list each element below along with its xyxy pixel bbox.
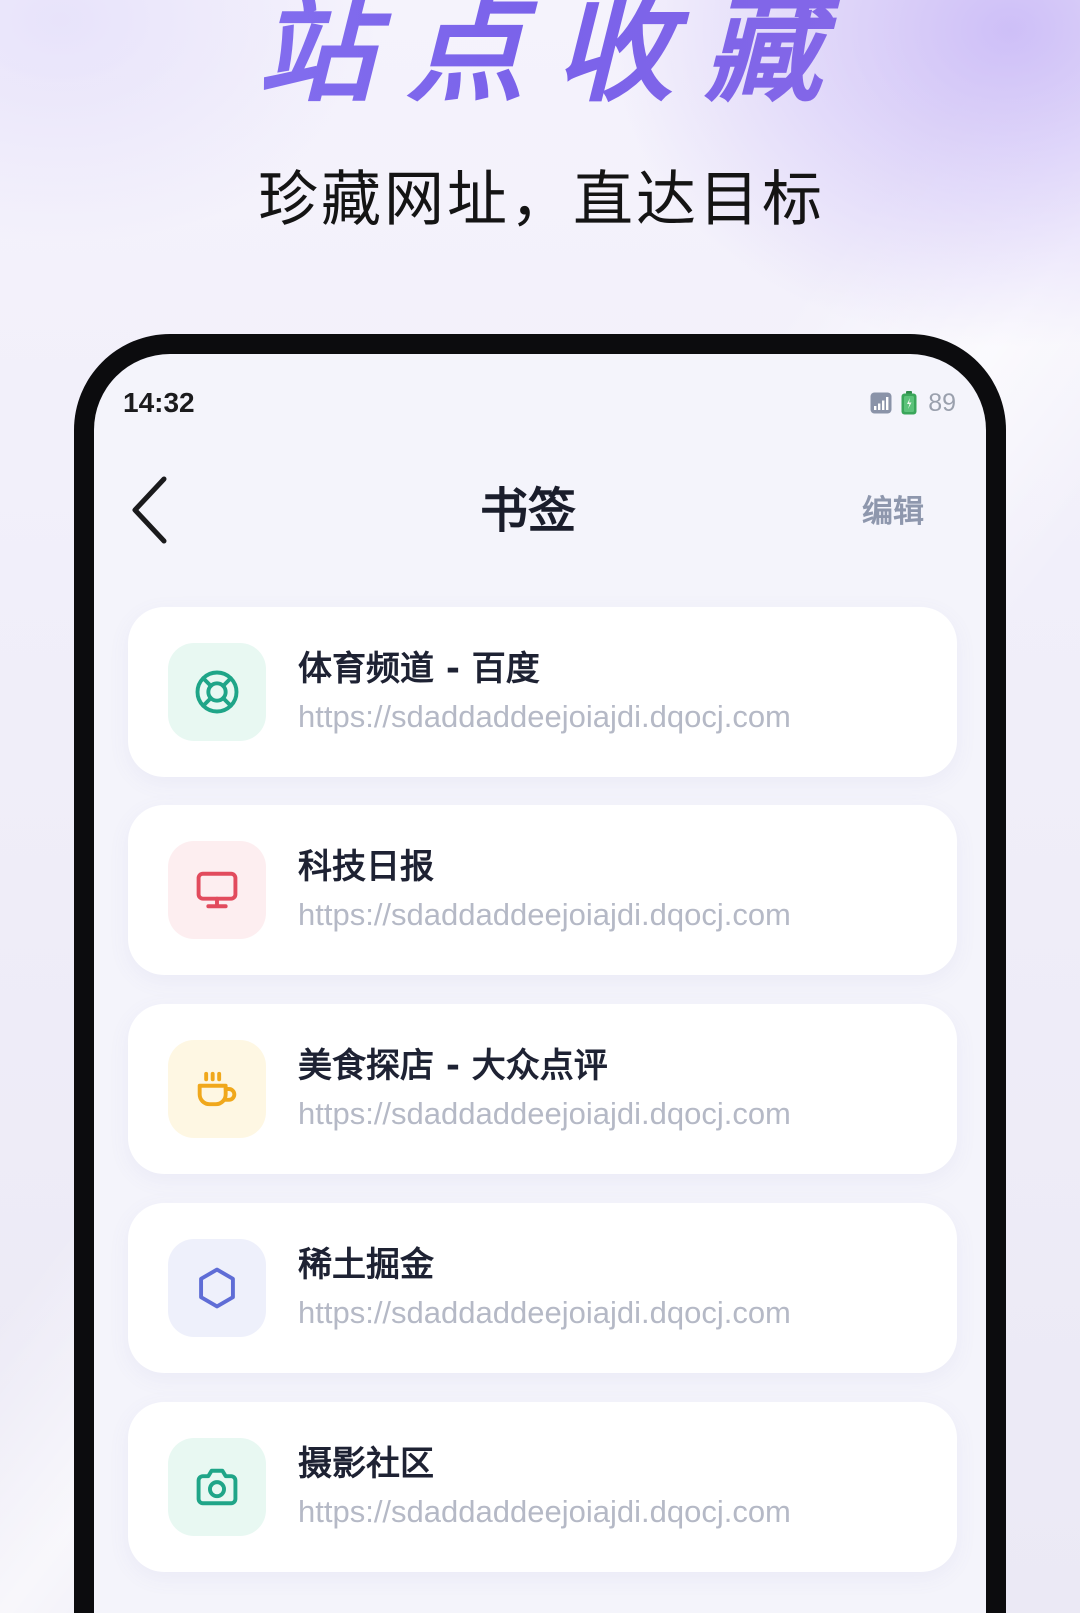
bookmark-card[interactable]: 体育频道 - 百度 https://sdaddaddeejoiajdi.dqoc… — [128, 607, 957, 777]
bookmark-title: 稀土掘金 — [298, 1245, 434, 1285]
phone-frame: 14:32 89 书签 编辑 体育频道 - 百度 https://sdaddad… — [74, 334, 1006, 1613]
edit-button[interactable]: 编辑 — [862, 494, 932, 530]
bookmark-card[interactable]: 美食探店 - 大众点评 https://sdaddaddeejoiajdi.dq… — [128, 1004, 957, 1174]
status-indicators: 89 — [870, 387, 956, 419]
bookmark-url: https://sdaddaddeejoiajdi.dqocj.com — [298, 1494, 791, 1529]
bookmark-icon-box — [168, 1438, 266, 1536]
bookmark-icon-box — [168, 841, 266, 939]
bookmark-url: https://sdaddaddeejoiajdi.dqocj.com — [298, 699, 791, 734]
hero-title: 站点收藏 — [0, 0, 1080, 114]
bookmark-icon-box — [168, 1040, 266, 1138]
bookmark-url: https://sdaddaddeejoiajdi.dqocj.com — [298, 897, 791, 932]
bookmark-url: https://sdaddaddeejoiajdi.dqocj.com — [298, 1096, 791, 1131]
signal-icon — [870, 392, 892, 414]
bookmark-icon-box — [168, 643, 266, 741]
camera-icon — [196, 1468, 238, 1506]
hexagon-icon — [199, 1267, 235, 1309]
battery-icon — [901, 391, 917, 415]
bookmark-icon-box — [168, 1239, 266, 1337]
bookmark-card[interactable]: 稀土掘金 https://sdaddaddeejoiajdi.dqocj.com — [128, 1203, 957, 1373]
bookmark-card[interactable]: 摄影社区 https://sdaddaddeejoiajdi.dqocj.com — [128, 1402, 957, 1572]
monitor-icon — [196, 871, 238, 909]
bookmark-title: 摄影社区 — [298, 1444, 434, 1484]
hero-subtitle: 珍藏网址，直达目标 — [258, 165, 825, 235]
bookmark-title: 美食探店 - 大众点评 — [298, 1046, 608, 1086]
bookmark-card[interactable]: 科技日报 https://sdaddaddeejoiajdi.dqocj.com — [128, 805, 957, 975]
back-button[interactable] — [127, 474, 171, 546]
lifebuoy-icon — [195, 670, 239, 714]
phone-screen: 14:32 89 书签 编辑 体育频道 - 百度 https://sdaddad… — [94, 354, 986, 1613]
status-time: 14:32 — [123, 387, 195, 418]
bookmark-title: 科技日报 — [298, 847, 434, 887]
bookmark-url: https://sdaddaddeejoiajdi.dqocj.com — [298, 1295, 791, 1330]
page-title: 书签 — [479, 483, 576, 539]
bookmark-title: 体育频道 - 百度 — [298, 649, 540, 689]
battery-level: 89 — [928, 389, 956, 417]
coffee-cup-icon — [197, 1071, 237, 1107]
chevron-left-icon — [132, 476, 167, 544]
